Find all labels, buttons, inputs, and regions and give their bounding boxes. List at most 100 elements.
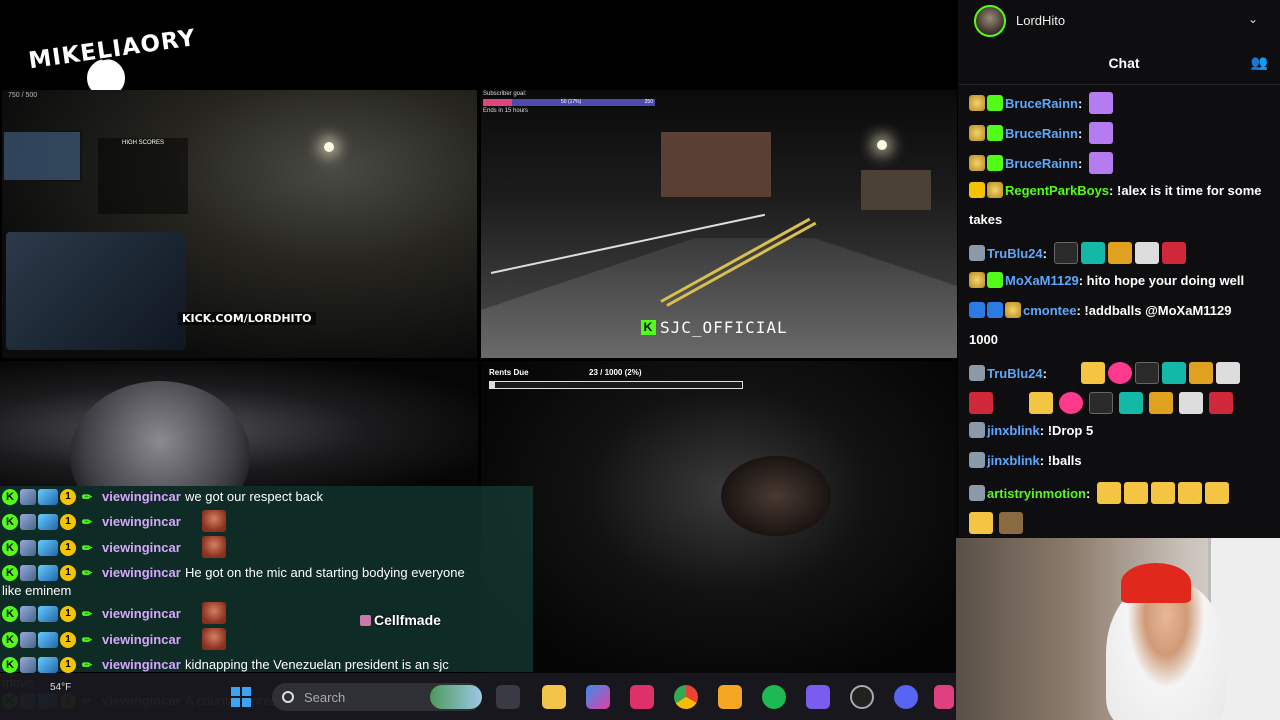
chat-username[interactable]: artistryinmotion xyxy=(987,486,1086,501)
avatar[interactable] xyxy=(974,5,1006,37)
chat-username[interactable]: TruBlu24 xyxy=(987,366,1043,381)
gifter-badge-icon xyxy=(38,632,58,648)
app-icon[interactable] xyxy=(718,685,742,709)
overlay-username: viewingincar xyxy=(102,632,181,647)
emote-icon xyxy=(969,392,993,414)
chat-badge-icon xyxy=(969,452,985,468)
streetlight xyxy=(324,142,334,152)
emote-icon xyxy=(1204,482,1229,504)
file-explorer-icon[interactable] xyxy=(542,685,566,709)
overlay-chat: K 1 ✏ viewingincar we got our respect back K 1… xyxy=(0,486,533,709)
chat-message: cmontee: !addballs @MoXaM1129 xyxy=(969,302,1231,318)
kick-url-banner: KICK.COM/LORDHITO xyxy=(178,312,316,325)
emote-icon xyxy=(1161,362,1186,384)
obs-icon[interactable] xyxy=(850,685,874,709)
rank-badge-icon: 1 xyxy=(60,632,76,648)
chrome-icon[interactable] xyxy=(674,685,698,709)
badge-group: K 1 ✏ xyxy=(2,489,96,505)
overlay-username: viewingincar xyxy=(102,565,181,580)
high-scores-title: HIGH SCORES xyxy=(121,140,164,146)
chat-username[interactable]: jinxblink xyxy=(987,423,1040,438)
gifter-badge-icon xyxy=(38,489,58,505)
task-view-icon[interactable] xyxy=(496,685,520,709)
emote-icon xyxy=(1089,392,1113,414)
emote-icon xyxy=(1029,392,1053,414)
emote-icon xyxy=(1088,152,1113,174)
emote-icon xyxy=(1107,362,1132,384)
gifter-badge-icon xyxy=(38,540,58,556)
chat-username[interactable]: MoXaM1129 xyxy=(1005,273,1079,288)
badge-group: K 1 ✏ xyxy=(2,657,96,673)
badge-group: K 1 ✏ xyxy=(2,632,96,648)
stream-video[interactable]: MIKELIAORY 750 / 500 HIGH SCORES KICK.CO… xyxy=(0,0,958,720)
chat-colon: : xyxy=(1109,183,1117,198)
rank-badge-icon: 1 xyxy=(60,489,76,505)
badge-icon xyxy=(360,614,371,626)
channel-header[interactable]: LordHito ⌄ xyxy=(958,0,1280,40)
kick-badge-icon: K xyxy=(2,489,18,505)
chat-colon: : xyxy=(1042,246,1051,261)
subscriber-badge-icon xyxy=(20,540,36,556)
search-icon xyxy=(282,691,294,703)
subscriber-goal-value: 50 (17%) xyxy=(561,99,582,105)
building xyxy=(861,170,931,210)
cellfmade-text: Cellfmade xyxy=(374,612,441,628)
overlay-message-wrap: like eminem xyxy=(2,583,72,598)
app-icon[interactable] xyxy=(806,685,830,709)
emote-icon xyxy=(1179,392,1203,414)
chat-colon: : xyxy=(1077,96,1086,111)
gifter-badge-icon xyxy=(38,565,58,581)
chat-username[interactable]: BruceRainn xyxy=(1005,126,1078,141)
emote-icon xyxy=(1150,482,1175,504)
subscriber-badge-icon xyxy=(20,514,36,530)
building xyxy=(661,132,771,197)
chat-username[interactable]: BruceRainn xyxy=(1005,156,1078,171)
emote-icon xyxy=(202,602,226,624)
emote-icon xyxy=(999,392,1023,414)
chat-title: Chat xyxy=(1108,55,1140,71)
chat-username[interactable]: jinxblink xyxy=(987,453,1040,468)
chat-message: TruBlu24: xyxy=(969,362,1240,384)
search-highlight-image xyxy=(430,685,482,709)
chevron-down-icon[interactable]: ⌄ xyxy=(1248,12,1258,26)
channel-name[interactable]: LordHito xyxy=(1016,13,1065,28)
pencil-icon: ✏ xyxy=(82,490,93,504)
rents-due-bar xyxy=(489,381,743,389)
chat-username[interactable]: cmontee xyxy=(1023,303,1076,318)
road-camera-pane: Subscriber goal: 50 (17%) 250 Ends in 15… xyxy=(481,90,957,358)
chat-badge-icon xyxy=(969,245,985,261)
emote-icon xyxy=(1059,392,1083,414)
emote-icon xyxy=(1080,242,1105,264)
windows-icon[interactable] xyxy=(231,687,251,707)
chat-colon: : xyxy=(1078,273,1087,288)
passenger-camera-pane xyxy=(0,361,478,486)
chat-message: BruceRainn: xyxy=(969,92,1113,114)
chat-username[interactable]: TruBlu24 xyxy=(987,246,1043,261)
users-icon[interactable]: 👥 xyxy=(1251,54,1268,71)
road-surface xyxy=(481,238,957,358)
chat-badge-icon xyxy=(969,485,985,501)
subscriber-goal-label: Subscriber goal: xyxy=(483,91,527,97)
spotify-icon[interactable] xyxy=(762,685,786,709)
badge-group: K 1 ✏ xyxy=(2,565,96,581)
kick-badge-icon: K xyxy=(2,657,18,673)
chat-badge-icon xyxy=(969,182,985,198)
rents-due-widget: Rents Due 23 / 1000 (2%) xyxy=(489,368,743,389)
divider xyxy=(958,84,1280,85)
copilot-icon[interactable] xyxy=(586,685,610,709)
discord-icon[interactable] xyxy=(894,685,918,709)
taskbar-search[interactable]: Search xyxy=(272,683,482,711)
emote-icon xyxy=(1088,122,1113,144)
pane-counter: 750 / 500 xyxy=(8,92,38,99)
chat-username[interactable]: BruceRainn xyxy=(1005,96,1078,111)
emote-icon xyxy=(1209,392,1233,414)
chat-username[interactable]: RegentParkBoys xyxy=(1005,183,1109,198)
weather-widget[interactable]: 54°F xyxy=(50,682,71,693)
picsart-icon[interactable] xyxy=(630,685,654,709)
subscriber-badge-icon xyxy=(20,632,36,648)
chat-badge-icon xyxy=(987,182,1003,198)
chat-badge-icon xyxy=(987,95,1003,111)
chat-badge-icon xyxy=(1005,302,1021,318)
pencil-icon: ✏ xyxy=(82,515,93,529)
app-icon[interactable] xyxy=(934,685,954,709)
